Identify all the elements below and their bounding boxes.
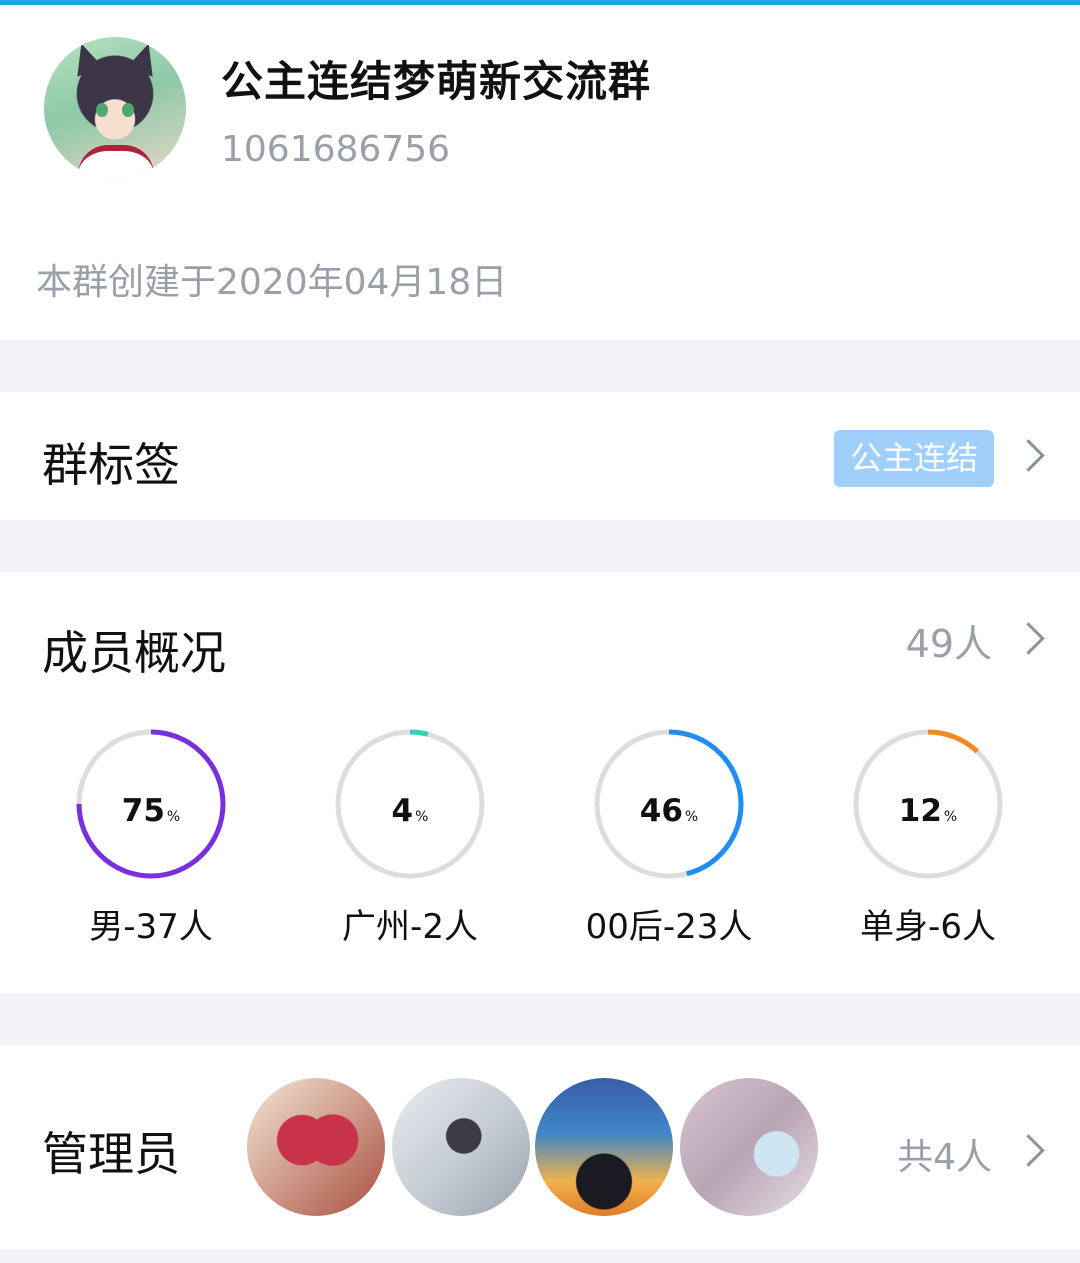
- tag-pill: 公主连结: [834, 430, 994, 487]
- admin-avatar[interactable]: [680, 1078, 818, 1216]
- group-name: 公主连结梦萌新交流群: [221, 57, 652, 106]
- stat-label: 00后-23人: [585, 907, 753, 947]
- stat-label: 单身-6人: [860, 907, 996, 947]
- group-avatar[interactable]: [44, 37, 186, 179]
- stat-location: 4% 广州-2人: [310, 729, 510, 948]
- avatar-ear-right: [126, 39, 162, 77]
- admins-title: 管理员: [42, 1127, 180, 1181]
- avatar-body: [78, 145, 154, 179]
- admin-count: 共4人: [897, 1137, 992, 1178]
- tags-title: 群标签: [42, 438, 180, 492]
- avatar-eye-left: [96, 103, 108, 117]
- stat-percent: 4%: [391, 793, 429, 829]
- stat-label: 广州-2人: [342, 907, 478, 947]
- stat-label: 男-37人: [89, 907, 213, 947]
- chevron-right-icon: [1012, 622, 1045, 655]
- stat-percent: 46%: [639, 793, 699, 829]
- members-title: 成员概况: [42, 626, 226, 680]
- avatar-ear-left: [68, 39, 104, 77]
- chevron-right-icon: [1012, 439, 1045, 472]
- stat-percent: 75%: [121, 793, 181, 829]
- chevron-right-icon: [1012, 1134, 1045, 1167]
- admins-row[interactable]: 管理员 共4人: [0, 1046, 1080, 1249]
- group-created-date: 本群创建于2020年04月18日: [36, 262, 508, 303]
- stat-gender: 75% 男-37人: [51, 729, 251, 948]
- group-header: 公主连结梦萌新交流群 1061686756 本群创建于2020年04月18日: [0, 5, 1080, 340]
- admin-avatar[interactable]: [247, 1078, 385, 1216]
- member-count: 49人: [905, 622, 992, 666]
- stat-percent: 12%: [898, 793, 958, 829]
- group-id: 1061686756: [221, 129, 451, 170]
- admin-avatar[interactable]: [392, 1078, 530, 1216]
- group-tags-row[interactable]: 群标签 公主连结: [0, 392, 1080, 520]
- stat-age: 46% 00后-23人: [569, 729, 769, 948]
- members-overview[interactable]: 成员概况 49人 75% 男-37人 4% 广州-2人 46% 00后-23人 …: [0, 573, 1080, 993]
- admin-avatar[interactable]: [535, 1078, 673, 1216]
- stat-single: 12% 单身-6人: [828, 729, 1028, 948]
- avatar-eye-right: [122, 103, 134, 117]
